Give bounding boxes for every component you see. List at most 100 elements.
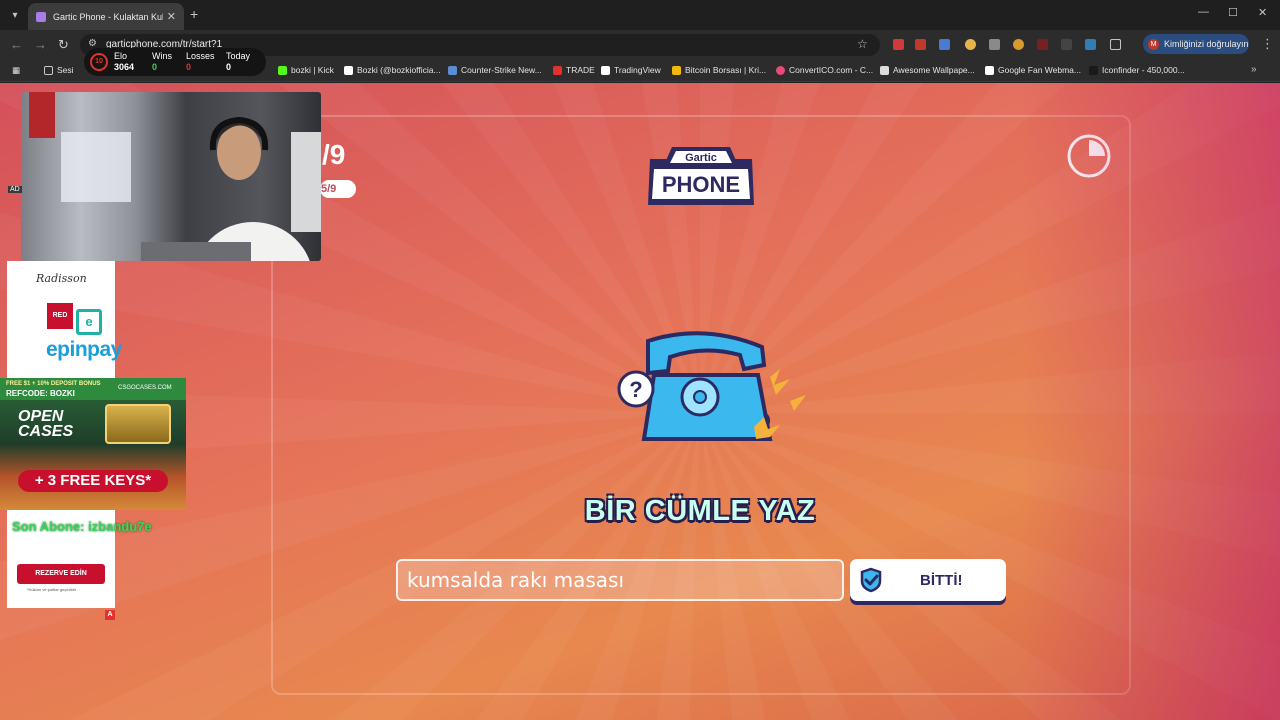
extension-box-icon[interactable] bbox=[1061, 39, 1072, 50]
bookmark-tradingview[interactable]: TradingView bbox=[601, 65, 661, 75]
tab-strip: ▾ Gartic Phone - Kulaktan Kulağa ✕ + — ☐… bbox=[0, 0, 1280, 30]
epinpay-logo: epinpay bbox=[46, 338, 122, 361]
folder-icon bbox=[44, 65, 53, 75]
bookmark-label: Iconfinder - 450,000... bbox=[1102, 65, 1185, 75]
more-bookmarks-icon[interactable]: » bbox=[1251, 64, 1257, 75]
promo-refcode: REFCODE: BOZKI bbox=[6, 389, 75, 398]
promo-header: FREE $1 + 10% DEPOSIT BONUS REFCODE: BOZ… bbox=[0, 378, 186, 400]
promo-site: CSGOCASES.COM bbox=[118, 385, 172, 391]
wins-value: 0 bbox=[152, 62, 158, 72]
timer-icon bbox=[1067, 134, 1111, 178]
bookmark-google-fan[interactable]: Google Fan Webma... bbox=[985, 65, 1081, 75]
stream-stats-widget: 10 Elo 3064 Wins 0 Losses 0 Today 0 bbox=[84, 48, 266, 76]
losses-value: 0 bbox=[186, 62, 192, 72]
today-value: 0 bbox=[226, 62, 232, 72]
extension-translate-icon[interactable] bbox=[939, 39, 950, 50]
convertico-icon bbox=[776, 65, 785, 75]
minimize-icon[interactable]: — bbox=[1198, 6, 1209, 18]
profile-button[interactable]: M Kimliğinizi doğrulayın bbox=[1143, 34, 1249, 54]
today-stat: Today 0 bbox=[226, 51, 250, 73]
binance-icon bbox=[672, 65, 681, 75]
promo-bonus: FREE $1 + 10% DEPOSIT BONUS bbox=[6, 381, 101, 387]
bookmark-folder[interactable]: Sesi bbox=[44, 65, 74, 75]
bookmark-label: Counter-Strike New... bbox=[461, 65, 542, 75]
losses-stat: Losses 0 bbox=[186, 51, 215, 73]
extension-red-icon[interactable] bbox=[893, 39, 904, 50]
instruction-title: BİR CÜMLE YAZ bbox=[584, 495, 816, 527]
bookmark-convertico[interactable]: ConvertICO.com - C... bbox=[776, 65, 873, 75]
extensions-puzzle-icon[interactable] bbox=[1110, 39, 1121, 50]
bookmark-label: Awesome Wallpape... bbox=[893, 65, 975, 75]
close-window-icon[interactable]: ✕ bbox=[1258, 6, 1267, 19]
extension-pen-icon[interactable] bbox=[989, 39, 1000, 50]
wins-label: Wins bbox=[152, 51, 172, 61]
radisson-logo: Radisson bbox=[36, 272, 87, 285]
bookmark-counter-strike[interactable]: Counter-Strike New... bbox=[448, 65, 542, 75]
e-logo: e bbox=[76, 309, 102, 335]
trade-icon bbox=[553, 65, 562, 75]
check-icon bbox=[860, 567, 882, 593]
forward-icon[interactable]: → bbox=[34, 37, 47, 52]
bookmark-star-icon[interactable]: ☆ bbox=[857, 37, 868, 51]
cases-word: CASES bbox=[18, 423, 74, 440]
extension-coin-icon[interactable] bbox=[1013, 39, 1024, 50]
free-keys-badge: + 3 FREE KEYS* bbox=[18, 470, 168, 492]
elo-label: Elo bbox=[114, 51, 128, 61]
bookmark-tiktok[interactable]: Bozki (@bozkiofficia... bbox=[344, 65, 441, 75]
bookmark-label: Google Fan Webma... bbox=[998, 65, 1081, 75]
gartic-favicon-icon bbox=[36, 11, 46, 22]
bookmark-wallpaper[interactable]: Awesome Wallpape... bbox=[880, 65, 975, 75]
losses-label: Losses bbox=[186, 51, 215, 61]
done-button[interactable]: BİTTİ! bbox=[850, 559, 1006, 601]
cs-icon bbox=[448, 65, 457, 75]
tradingview-icon bbox=[601, 65, 610, 75]
reserve-button[interactable]: REZERVE EDİN bbox=[17, 564, 105, 584]
google-fan-icon bbox=[985, 65, 994, 75]
open-word: OPEN bbox=[18, 408, 64, 425]
radisson-red-logo: RED bbox=[47, 303, 73, 329]
timer-elapsed-wedge bbox=[1089, 140, 1105, 156]
elo-stat: Elo 3064 bbox=[114, 51, 134, 73]
kick-icon bbox=[278, 65, 287, 75]
bookmark-iconfinder[interactable]: Iconfinder - 450,000... bbox=[1089, 65, 1185, 75]
reload-icon[interactable]: ↻ bbox=[58, 37, 69, 53]
logo-top-text: Gartic bbox=[685, 152, 717, 164]
maximize-icon[interactable]: ☐ bbox=[1228, 6, 1238, 19]
bookmark-kick[interactable]: bozki | Kick bbox=[278, 65, 334, 75]
done-button-label: BİTTİ! bbox=[920, 571, 963, 589]
tab-title: Gartic Phone - Kulaktan Kulağa bbox=[53, 11, 163, 22]
profile-avatar: M bbox=[1148, 38, 1159, 50]
gartic-phone-logo: Gartic PHONE bbox=[648, 147, 754, 205]
sentence-input[interactable] bbox=[396, 559, 844, 601]
extension-egg-icon[interactable] bbox=[965, 39, 976, 50]
bookmark-label: Bozki (@bozkiofficia... bbox=[357, 65, 441, 75]
csgocases-banner[interactable]: FREE $1 + 10% DEPOSIT BONUS REFCODE: BOZ… bbox=[0, 378, 186, 510]
wallpaper-icon bbox=[880, 65, 889, 75]
bookmark-label: TradingView bbox=[614, 65, 661, 75]
new-tab-icon[interactable]: + bbox=[190, 6, 198, 22]
extension-rec-icon[interactable] bbox=[915, 39, 926, 50]
elo-value: 3064 bbox=[114, 62, 135, 72]
profile-label: Kimliğinizi doğrulayın bbox=[1164, 39, 1249, 49]
tab-search-icon[interactable]: ▾ bbox=[6, 6, 24, 24]
round-counter: /9 bbox=[322, 139, 346, 170]
back-icon[interactable]: ← bbox=[10, 37, 23, 52]
round-pill: 5/9 bbox=[320, 180, 356, 198]
bookmark-trade[interactable]: TRADE bbox=[553, 65, 595, 75]
webcam-scene bbox=[29, 92, 321, 261]
apps-grid-icon[interactable]: ▦ bbox=[12, 65, 20, 76]
today-label: Today bbox=[226, 51, 251, 61]
tab-close-icon[interactable]: ✕ bbox=[167, 10, 176, 23]
tiktok-icon bbox=[344, 65, 353, 75]
logo-bottom-text: PHONE bbox=[662, 172, 740, 197]
active-tab[interactable]: Gartic Phone - Kulaktan Kulağa ✕ bbox=[28, 3, 184, 30]
bookmark-label: Bitcoin Borsası | Kri... bbox=[685, 65, 767, 75]
terms-note: *Hüküm ve şartlar geçerlidir bbox=[27, 587, 77, 592]
a-badge: A bbox=[105, 610, 115, 620]
bookmark-binance[interactable]: Bitcoin Borsası | Kri... bbox=[672, 65, 766, 75]
extension-m-icon[interactable] bbox=[1037, 39, 1048, 50]
bookmark-folder-label: Sesi bbox=[57, 65, 74, 75]
wins-stat: Wins 0 bbox=[152, 51, 172, 73]
extension-grid-icon[interactable] bbox=[1085, 39, 1096, 50]
browser-menu-icon[interactable]: ⋮ bbox=[1261, 36, 1274, 52]
